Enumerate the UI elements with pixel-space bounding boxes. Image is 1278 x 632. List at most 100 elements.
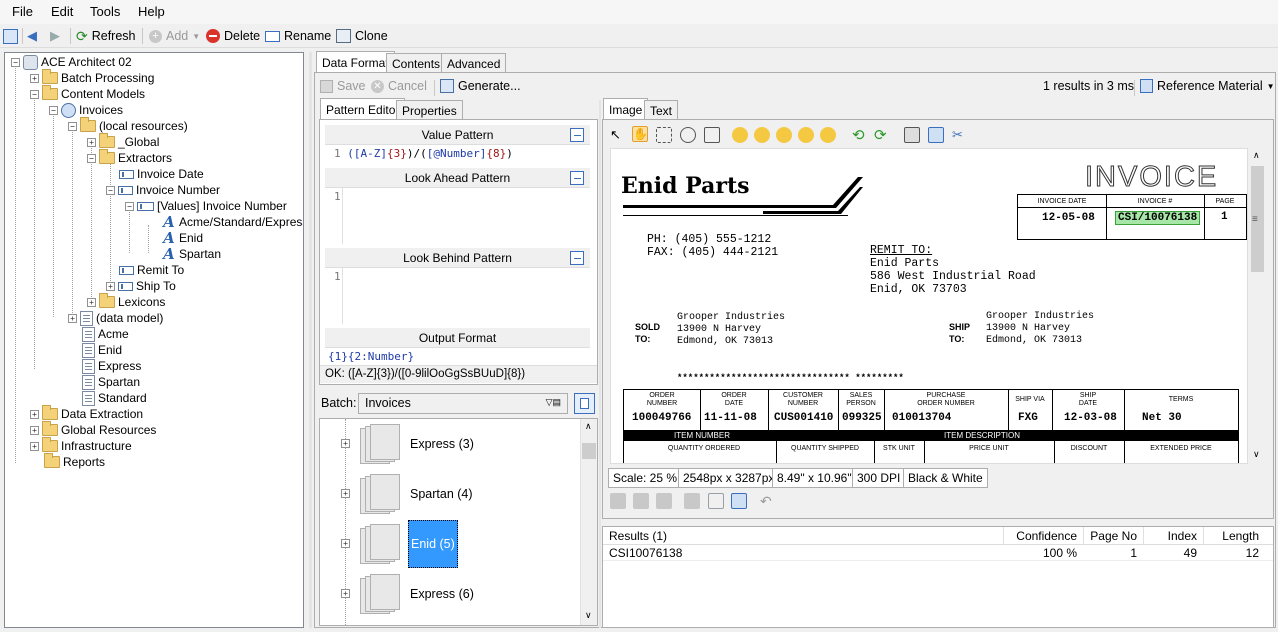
results-column-header[interactable]: Results (1): [609, 527, 667, 545]
page-magnify-icon[interactable]: [704, 127, 720, 143]
save-image-icon[interactable]: [928, 127, 944, 143]
refresh-image-icon[interactable]: [731, 493, 747, 509]
document-scrollbar[interactable]: ∧ ∨: [1249, 148, 1266, 464]
content-tree[interactable]: − ACE Architect 02 + Batch Processing − Con…: [4, 52, 304, 628]
tree-node-express[interactable]: Express: [82, 358, 141, 374]
tree-node-root[interactable]: − ACE Architect 02: [11, 54, 132, 70]
batch-item-express-6[interactable]: + Express (6): [341, 571, 476, 617]
rotate-right-icon[interactable]: ⟳: [874, 126, 890, 144]
magnify-region-icon[interactable]: [680, 127, 696, 143]
tree-node-invoices[interactable]: − Invoices: [49, 102, 123, 118]
tree-label: Standard: [98, 391, 147, 405]
table-row[interactable]: CSI10076138 100 % 1 49 12: [603, 545, 1273, 561]
tree-node-extractors[interactable]: − Extractors: [87, 149, 172, 166]
batch-select[interactable]: Invoices ▽▤: [358, 393, 568, 414]
menu-help[interactable]: Help: [138, 4, 165, 19]
add-button[interactable]: + Add ▼: [149, 27, 200, 45]
crop-icon[interactable]: [708, 493, 724, 509]
tab-pattern-editor[interactable]: Pattern Editor: [320, 98, 406, 120]
tree-node-acme[interactable]: Acme: [82, 326, 129, 342]
splitter[interactable]: [309, 52, 312, 628]
generate-button[interactable]: Generate...: [440, 77, 521, 95]
pointer-icon[interactable]: ↖: [610, 127, 626, 143]
save-button[interactable]: Save: [320, 77, 366, 95]
tree-node-content-models[interactable]: − Content Models: [30, 85, 145, 102]
document-image[interactable]: Enid Parts INVOICE INVOICE DATE INVOICE …: [610, 148, 1248, 464]
tree-node-spartan-doc[interactable]: Spartan: [82, 374, 140, 390]
tree-node-local-resources[interactable]: − (local resources): [68, 117, 188, 134]
tab-data-format[interactable]: Data Format: [316, 51, 395, 73]
batch-browse-button[interactable]: [574, 393, 595, 414]
home-button[interactable]: [3, 27, 18, 45]
clone-button[interactable]: Clone: [336, 27, 388, 45]
tab-advanced[interactable]: Advanced: [441, 53, 507, 73]
tree-node-standard[interactable]: Standard: [82, 390, 147, 406]
tree-node-invoice-number[interactable]: − Invoice Number: [106, 182, 220, 198]
tree-node-remit-to[interactable]: Remit To: [119, 262, 184, 278]
tab-text[interactable]: Text: [644, 100, 679, 120]
tools-icon[interactable]: ✂: [952, 127, 968, 143]
select-region-icon[interactable]: [656, 127, 672, 143]
reference-material-dropdown[interactable]: Reference Material ▼: [1140, 77, 1275, 95]
collapse-section-icon[interactable]: [570, 171, 584, 185]
image-processing-icon[interactable]: [684, 493, 700, 509]
menu-edit[interactable]: Edit: [51, 4, 73, 19]
undo-icon[interactable]: ↶: [760, 493, 776, 509]
splitter[interactable]: [599, 100, 601, 628]
menu-tools[interactable]: Tools: [90, 4, 120, 19]
back-button[interactable]: ◀: [27, 27, 37, 45]
tree-node-spartan[interactable]: A Spartan: [162, 245, 221, 263]
tree-node-acme-standard-express[interactable]: A Acme/Standard/Express: [162, 213, 303, 231]
menu-file[interactable]: File: [12, 4, 33, 19]
tree-node-global[interactable]: + _Global: [87, 133, 159, 150]
delete-button[interactable]: Delete: [206, 27, 260, 45]
erase-icon[interactable]: [633, 493, 649, 509]
rename-button[interactable]: Rename: [265, 27, 331, 45]
zoom-actual-icon[interactable]: [776, 127, 792, 143]
pan-hand-icon[interactable]: ✋: [632, 126, 648, 142]
tab-properties[interactable]: Properties: [396, 100, 463, 120]
tree-node-invoice-date[interactable]: Invoice Date: [119, 166, 204, 182]
zoom-width-icon[interactable]: [820, 127, 836, 143]
batch-item-enid-5[interactable]: + Enid (5): [341, 520, 458, 568]
index-column-header[interactable]: Index: [1149, 527, 1197, 545]
zoom-out-icon[interactable]: [754, 127, 770, 143]
rotate-left-icon[interactable]: ⟲: [852, 126, 868, 144]
tree-node-lexicons[interactable]: + Lexicons: [87, 293, 165, 310]
scrollbar-thumb[interactable]: [582, 443, 596, 459]
forward-button[interactable]: ▶: [50, 27, 60, 45]
page-no-column-header[interactable]: Page No: [1089, 527, 1137, 545]
confidence-column-header[interactable]: Confidence: [1009, 527, 1077, 545]
tab-contents[interactable]: Contents: [386, 53, 447, 73]
tree-node-infrastructure[interactable]: + Infrastructure: [30, 437, 132, 454]
batch-scrollbar[interactable]: ∧ ∨: [580, 419, 597, 625]
output-format-editor[interactable]: {1}{2:Number}: [328, 350, 414, 363]
tree-node-reports[interactable]: Reports: [44, 453, 105, 470]
tree-node-global-resources[interactable]: + Global Resources: [30, 421, 156, 438]
tab-image[interactable]: Image: [603, 98, 649, 120]
tree-node-enid[interactable]: A Enid: [162, 229, 203, 247]
look-behind-editor[interactable]: 1: [334, 270, 341, 283]
draw-icon[interactable]: [610, 493, 626, 509]
tree-node-data-extraction[interactable]: + Data Extraction: [30, 405, 143, 422]
zoom-fit-icon[interactable]: [798, 127, 814, 143]
zoom-in-icon[interactable]: [732, 127, 748, 143]
cancel-button[interactable]: ✕ Cancel: [371, 77, 427, 95]
stamp-icon[interactable]: [656, 493, 672, 509]
invoice-number-highlight[interactable]: CSI/10076138: [1115, 211, 1201, 225]
tree-node-batch-processing[interactable]: + Batch Processing: [30, 69, 154, 86]
refresh-button[interactable]: ⟳ Refresh: [76, 27, 136, 45]
length-column-header[interactable]: Length: [1209, 527, 1259, 545]
batch-viewer[interactable]: + Express (3) + Spartan (4) + Enid (5) +…: [319, 418, 598, 626]
print-icon[interactable]: [904, 127, 920, 143]
batch-item-spartan-4[interactable]: + Spartan (4): [341, 471, 475, 517]
collapse-section-icon[interactable]: [570, 128, 584, 142]
collapse-section-icon[interactable]: [570, 251, 584, 265]
look-ahead-editor[interactable]: 1: [334, 190, 341, 203]
tree-node-ship-to[interactable]: + Ship To: [106, 278, 176, 294]
tree-node-data-model[interactable]: + (data model): [68, 310, 163, 326]
tree-node-values-invoice-number[interactable]: − [Values] Invoice Number: [125, 198, 287, 214]
value-pattern-editor[interactable]: 1 ([A-Z]{3})/([@Number]{8}): [334, 147, 513, 160]
tree-node-enid-doc[interactable]: Enid: [82, 342, 122, 358]
batch-item-express-3[interactable]: + Express (3): [341, 421, 476, 467]
